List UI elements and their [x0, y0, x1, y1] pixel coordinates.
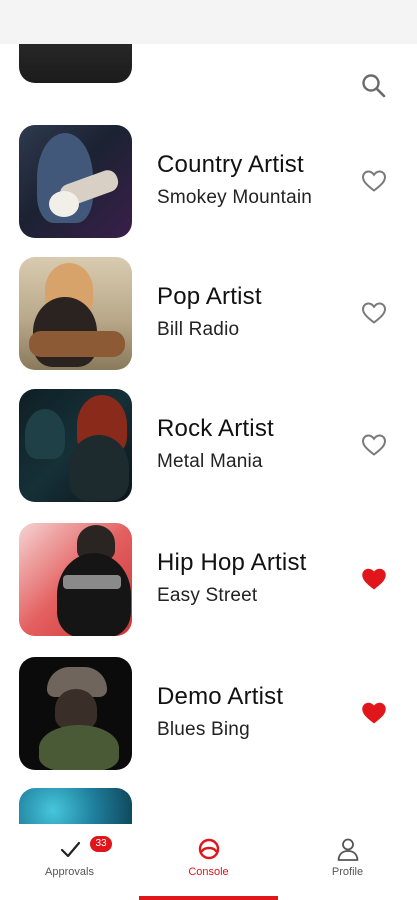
- artist-row[interactable]: Demo Artist Blues Bing: [0, 657, 417, 771]
- artist-list[interactable]: Country Artist Smokey Mountain Pop Artis…: [0, 44, 417, 824]
- artist-title: Hip Hop Artist: [157, 549, 307, 576]
- search-icon[interactable]: [360, 72, 388, 100]
- tab-profile[interactable]: Profile: [278, 824, 417, 900]
- artist-subtitle: Smokey Mountain: [157, 187, 313, 208]
- heart-filled-icon[interactable]: [361, 701, 387, 725]
- artist-subtitle: Blues Bing: [157, 719, 250, 740]
- artist-thumbnail[interactable]: [19, 125, 132, 238]
- check-icon: [60, 841, 81, 858]
- artist-subtitle: Metal Mania: [157, 451, 263, 472]
- artist-thumbnail[interactable]: [19, 523, 132, 636]
- artist-thumbnail[interactable]: [19, 657, 132, 770]
- heart-outline-icon[interactable]: [361, 169, 387, 193]
- tab-label: Console: [188, 866, 229, 878]
- tab-label: Approvals: [45, 866, 94, 878]
- approvals-badge: 33: [90, 836, 112, 852]
- active-tab-indicator: [139, 896, 278, 900]
- artist-row[interactable]: Hip Hop Artist Easy Street: [0, 523, 417, 637]
- artist-row[interactable]: Pop Artist Bill Radio: [0, 257, 417, 371]
- artist-row[interactable]: Rock Artist Metal Mania: [0, 389, 417, 503]
- bottom-tab-bar: 33 Approvals Console Profile: [0, 824, 417, 900]
- artist-title: Rock Artist: [157, 415, 274, 442]
- profile-icon: [337, 838, 359, 861]
- artist-subtitle: Bill Radio: [157, 319, 240, 340]
- heart-outline-icon[interactable]: [361, 433, 387, 457]
- artist-thumbnail-partial-top[interactable]: [19, 44, 132, 83]
- artist-thumbnail[interactable]: [19, 257, 132, 370]
- artist-thumbnail[interactable]: [19, 389, 132, 502]
- tab-console[interactable]: Console: [139, 824, 278, 900]
- tab-label: Profile: [331, 866, 364, 878]
- tab-approvals[interactable]: 33 Approvals: [0, 824, 139, 900]
- artist-thumbnail-partial-bottom[interactable]: [19, 788, 132, 824]
- artist-subtitle: Easy Street: [157, 585, 258, 606]
- heart-filled-icon[interactable]: [361, 567, 387, 591]
- heart-outline-icon[interactable]: [361, 301, 387, 325]
- artist-title: Demo Artist: [157, 683, 284, 710]
- status-bar-area: [0, 0, 417, 44]
- artist-title: Pop Artist: [157, 283, 262, 310]
- artist-title: Country Artist: [157, 151, 304, 178]
- console-icon: [198, 838, 220, 860]
- artist-row[interactable]: Country Artist Smokey Mountain: [0, 125, 417, 239]
